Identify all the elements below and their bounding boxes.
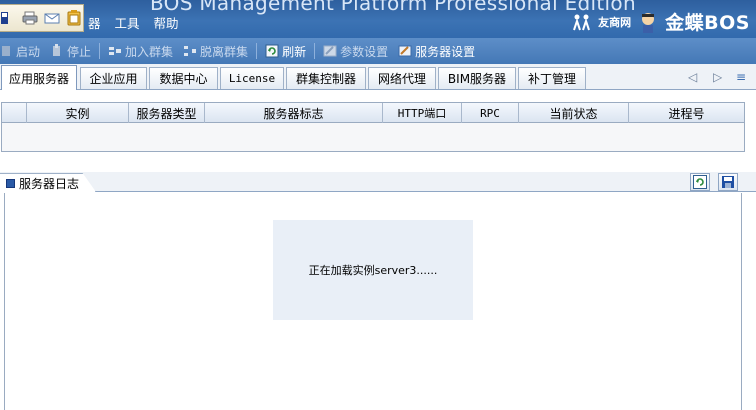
toolbar-separator: [256, 43, 258, 59]
start-button[interactable]: 启动: [0, 43, 45, 60]
column-header-pid[interactable]: 进程号: [629, 103, 744, 123]
refresh-icon: [265, 44, 279, 58]
params-label: 参数设置: [340, 44, 389, 59]
column-header-instance[interactable]: 实例: [27, 103, 129, 123]
mail-icon[interactable]: [44, 10, 60, 26]
window-title: BOS Management Platform Professional Edi…: [150, 0, 636, 15]
server-settings-label: 服务器设置: [415, 44, 476, 59]
menu-tools[interactable]: 工具: [115, 13, 140, 32]
server-log-header: 服务器日志: [0, 172, 756, 192]
product-name: 金蝶BOS: [665, 12, 750, 34]
column-header-server-type[interactable]: 服务器类型: [129, 103, 205, 123]
clipboard-icon[interactable]: [66, 10, 82, 26]
tab-cluster-controller[interactable]: 群集控制器: [286, 67, 366, 89]
join-cluster-label: 加入群集: [125, 44, 174, 59]
refresh-label: 刷新: [282, 44, 307, 59]
params-icon: [323, 45, 337, 57]
tab-scroll-right-icon[interactable]: ▷: [713, 70, 722, 84]
log-save-button[interactable]: [718, 173, 738, 191]
tab-label: 网络代理: [377, 72, 426, 86]
quick-access-bar: [0, 4, 84, 32]
tab-strip: 应用服务器 企业应用 数据中心 License 群集控制器 网络代理 BIM服务…: [0, 64, 756, 90]
print-icon[interactable]: [22, 10, 38, 26]
instance-table-area: 实例 服务器类型 服务器标志 HTTP端口 RPC 当前状态 进程号: [0, 90, 756, 172]
tab-label: 企业应用: [89, 72, 138, 86]
column-header-server-flag[interactable]: 服务器标志: [205, 103, 383, 123]
loading-dialog: 正在加载实例server3......: [273, 220, 473, 320]
tab-label: 数据中心: [159, 72, 208, 86]
join-cluster-icon: [109, 47, 122, 55]
server-log-tab[interactable]: 服务器日志: [0, 173, 97, 192]
stop-label: 停止: [67, 44, 92, 59]
stop-icon: [53, 44, 61, 56]
leave-cluster-label: 脱离群集: [200, 44, 249, 59]
mascot-icon: [642, 12, 655, 33]
brand-area: 友商网 金蝶BOS: [572, 8, 750, 35]
tab-label: 补丁管理: [527, 72, 576, 86]
tab-bim-server[interactable]: BIM服务器: [438, 67, 516, 89]
tab-data-center[interactable]: 数据中心: [149, 67, 218, 89]
title-bar: BOS Management Platform Professional Edi…: [0, 0, 756, 38]
column-header-select[interactable]: [2, 103, 27, 123]
params-button[interactable]: 参数设置: [318, 43, 393, 60]
instance-table: 实例 服务器类型 服务器标志 HTTP端口 RPC 当前状态 进程号: [1, 102, 745, 152]
loading-message: 正在加载实例server3......: [308, 264, 438, 277]
server-settings-icon: [398, 45, 412, 57]
start-label: 启动: [16, 44, 41, 59]
stop-button[interactable]: 停止: [45, 43, 96, 60]
toolbar-separator: [314, 43, 316, 59]
tab-license[interactable]: License: [220, 67, 284, 89]
leave-cluster-button[interactable]: 脱离群集: [178, 43, 253, 60]
tab-label: BIM服务器: [447, 72, 507, 86]
tab-enterprise-apps[interactable]: 企业应用: [80, 67, 147, 89]
partner-logo-icon: [573, 14, 591, 30]
leave-cluster-icon: [184, 46, 197, 56]
panel-icon: [6, 178, 15, 188]
table-header: 实例 服务器类型 服务器标志 HTTP端口 RPC 当前状态 进程号: [2, 103, 744, 123]
menu-bar: 器 工具 帮助: [88, 13, 179, 32]
tab-label: 应用服务器: [8, 71, 69, 86]
server-log-title: 服务器日志: [19, 176, 80, 191]
refresh-icon: [693, 175, 707, 189]
partner-name: 友商网: [598, 15, 632, 29]
column-header-rpc[interactable]: RPC: [462, 103, 519, 123]
tab-patch-management[interactable]: 补丁管理: [518, 67, 586, 89]
menu-server[interactable]: 器: [88, 13, 101, 32]
log-refresh-button[interactable]: [690, 173, 710, 191]
menu-help[interactable]: 帮助: [154, 13, 179, 32]
save-icon[interactable]: [0, 10, 16, 26]
tab-app-server[interactable]: 应用服务器: [1, 65, 77, 90]
save-icon: [722, 176, 734, 188]
toolbar: 启动 停止 加入群集 脱离群集 刷新 参数设置 服务器设置: [0, 38, 756, 64]
join-cluster-button[interactable]: 加入群集: [103, 43, 178, 60]
tab-list-menu-icon[interactable]: ≡: [736, 70, 746, 84]
log-actions: [690, 173, 738, 191]
toolbar-separator: [99, 43, 101, 59]
refresh-button[interactable]: 刷新: [260, 43, 311, 60]
column-header-http-port[interactable]: HTTP端口: [383, 103, 462, 123]
column-header-status[interactable]: 当前状态: [519, 103, 629, 123]
tab-label: License: [228, 72, 276, 85]
tab-network-proxy[interactable]: 网络代理: [368, 67, 436, 89]
play-icon: [2, 46, 10, 56]
tab-label: 群集控制器: [295, 72, 356, 86]
server-settings-button[interactable]: 服务器设置: [393, 43, 480, 60]
tab-scroll-left-icon[interactable]: ◁: [688, 70, 697, 84]
